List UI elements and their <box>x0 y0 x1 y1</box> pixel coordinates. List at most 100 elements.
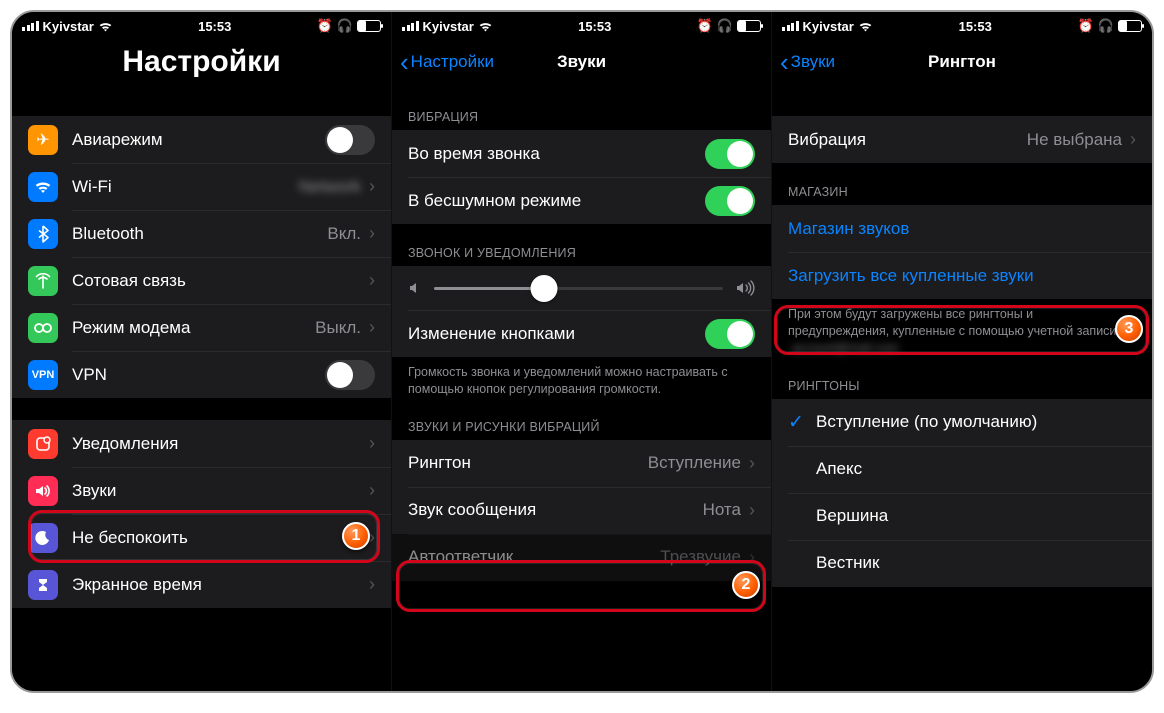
row-tone-vershina[interactable]: Вершина <box>772 493 1152 540</box>
wifi-icon <box>478 21 493 32</box>
carrier-label: Kyivstar <box>423 19 474 34</box>
row-text-tone[interactable]: Звук сообщения Нота › <box>392 487 771 534</box>
headphones-icon: 🎧 <box>337 18 353 34</box>
row-label: Рингтон <box>408 453 648 473</box>
vpn-toggle[interactable] <box>325 360 375 390</box>
nav-header: ‹ Настройки Звуки <box>392 36 771 88</box>
row-voicemail[interactable]: Автоответчик Трезвучие › <box>392 534 771 581</box>
row-label: Авиарежим <box>72 130 325 150</box>
chevron-right-icon: › <box>369 176 375 197</box>
row-change-with-buttons[interactable]: Изменение кнопками <box>392 310 771 357</box>
row-tone-default[interactable]: ✓ Вступление (по умолчанию) <box>772 399 1152 446</box>
screen-ringtone: Kyivstar 15:53 ⏰ 🎧 ‹ Звуки Рингтон Вибра… <box>772 12 1152 691</box>
nav-header: ‹ Звуки Рингтон <box>772 36 1152 88</box>
status-bar: Kyivstar 15:53 ⏰ 🎧 <box>392 12 771 36</box>
row-cellular[interactable]: Сотовая связь › <box>12 257 391 304</box>
row-wifi[interactable]: Wi-Fi Network › <box>12 163 391 210</box>
toggle-vibrate-ring[interactable] <box>705 139 755 169</box>
section-header-store: МАГАЗИН <box>772 185 1152 205</box>
row-vibrate-on-ring[interactable]: Во время звонка <box>392 130 771 177</box>
back-button[interactable]: ‹ Настройки <box>400 49 494 75</box>
section-header-vibration: ВИБРАЦИЯ <box>392 110 771 130</box>
battery-icon <box>1118 20 1142 32</box>
row-label: В бесшумном режиме <box>408 191 705 211</box>
row-value: Вступление <box>648 453 741 473</box>
callout-badge-3: 3 <box>1115 315 1143 343</box>
headphones-icon: 🎧 <box>717 18 733 34</box>
row-label: VPN <box>72 365 325 385</box>
row-dnd[interactable]: Не беспокоить › <box>12 514 391 561</box>
row-label: Режим модема <box>72 318 315 338</box>
sounds-icon <box>28 476 58 506</box>
row-vpn[interactable]: VPN VPN <box>12 351 391 398</box>
notifications-icon <box>28 429 58 459</box>
row-screentime[interactable]: Экранное время › <box>12 561 391 608</box>
row-tone-apex[interactable]: Апекс <box>772 446 1152 493</box>
row-download-purchased[interactable]: Загрузить все купленные звуки <box>772 252 1152 299</box>
dnd-icon <box>28 523 58 553</box>
screentime-icon <box>28 570 58 600</box>
chevron-right-icon: › <box>369 223 375 244</box>
signal-icon <box>782 21 799 31</box>
row-label: Wi-Fi <box>72 177 299 197</box>
chevron-right-icon: › <box>1130 129 1136 150</box>
row-vibrate-on-silent[interactable]: В бесшумном режиме <box>392 177 771 224</box>
airplane-icon: ✈ <box>28 125 58 155</box>
toggle-change-buttons[interactable] <box>705 319 755 349</box>
row-tone-vestnik[interactable]: Вестник <box>772 540 1152 587</box>
row-bluetooth[interactable]: Bluetooth Вкл. › <box>12 210 391 257</box>
speaker-max-icon <box>735 280 755 296</box>
headphones-icon: 🎧 <box>1098 18 1114 34</box>
alarm-icon: ⏰ <box>697 18 713 34</box>
row-label: Вступление (по умолчанию) <box>816 412 1136 432</box>
row-value: Нота <box>703 500 741 520</box>
row-label: Не беспокоить <box>72 528 365 548</box>
cellular-icon <box>28 266 58 296</box>
page-title: Рингтон <box>782 52 1142 72</box>
row-notifications[interactable]: Уведомления › <box>12 420 391 467</box>
carrier-label: Kyivstar <box>803 19 854 34</box>
signal-icon <box>402 21 419 31</box>
airplane-toggle[interactable] <box>325 125 375 155</box>
callout-badge-1: 1 <box>342 522 370 550</box>
wifi-icon <box>28 172 58 202</box>
row-label: Во время звонка <box>408 144 705 164</box>
screen-sounds: Kyivstar 15:53 ⏰ 🎧 ‹ Настройки Звуки ВИБ… <box>392 12 772 691</box>
back-label: Настройки <box>411 52 494 72</box>
toggle-vibrate-silent[interactable] <box>705 186 755 216</box>
back-button[interactable]: ‹ Звуки <box>780 49 835 75</box>
nav-header: Настройки <box>12 36 391 88</box>
chevron-right-icon: › <box>369 270 375 291</box>
volume-slider[interactable] <box>434 287 723 290</box>
row-sounds[interactable]: Звуки › <box>12 467 391 514</box>
chevron-left-icon: ‹ <box>780 49 789 75</box>
row-ringtone[interactable]: Рингтон Вступление › <box>392 440 771 487</box>
row-hotspot[interactable]: Режим модема Выкл. › <box>12 304 391 351</box>
page-title: Настройки <box>22 45 381 79</box>
chevron-right-icon: › <box>369 317 375 338</box>
row-value: Вкл. <box>327 224 361 244</box>
row-label: Вершина <box>816 506 1136 526</box>
row-value: Не выбрана <box>1027 130 1122 150</box>
row-airplane[interactable]: ✈ Авиарежим <box>12 116 391 163</box>
wifi-icon <box>858 21 873 32</box>
callout-badge-2: 2 <box>732 571 760 599</box>
link-label: Загрузить все купленные звуки <box>788 266 1136 286</box>
checkmark-icon: ✓ <box>788 411 816 434</box>
back-label: Звуки <box>791 52 835 72</box>
bluetooth-icon <box>28 219 58 249</box>
chevron-right-icon: › <box>749 500 755 521</box>
carrier-label: Kyivstar <box>43 19 94 34</box>
row-label: Уведомления <box>72 434 365 454</box>
section-header-ringer: ЗВОНОК И УВЕДОМЛЕНИЯ <box>392 246 771 266</box>
alarm-icon: ⏰ <box>1078 18 1094 34</box>
row-value: Выкл. <box>315 318 361 338</box>
row-label: Вестник <box>816 553 1136 573</box>
link-label: Магазин звуков <box>788 219 1136 239</box>
row-value: Трезвучие <box>660 547 741 567</box>
row-label: Bluetooth <box>72 224 327 244</box>
row-vibration-pattern[interactable]: Вибрация Не выбрана › <box>772 116 1152 163</box>
row-tone-store[interactable]: Магазин звуков <box>772 205 1152 252</box>
speaker-min-icon <box>408 281 422 295</box>
hotspot-icon <box>28 313 58 343</box>
